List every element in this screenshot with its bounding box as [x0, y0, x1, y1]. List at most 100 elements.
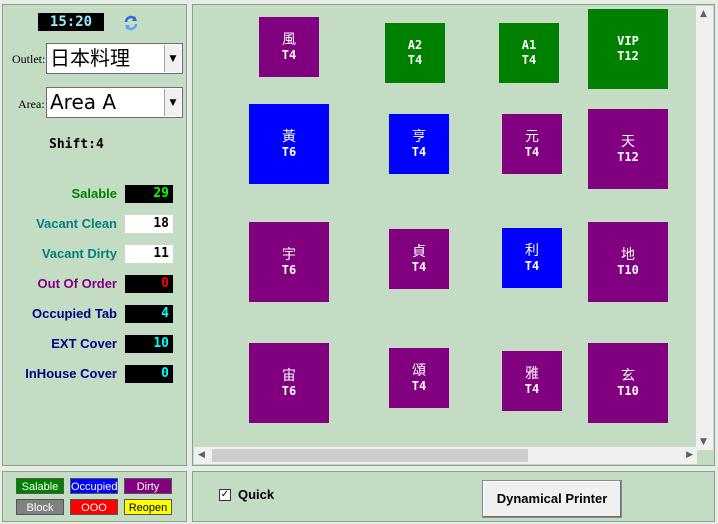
stat-value: 18 [125, 215, 173, 233]
scroll-down-icon[interactable]: ▼ [700, 437, 707, 447]
table-name: 玄 [621, 367, 635, 384]
table-name: 宇 [282, 246, 296, 263]
vertical-scrollbar[interactable]: ▲ ▼ [696, 6, 713, 450]
chevron-down-icon[interactable]: ▼ [164, 45, 181, 72]
table-code: T10 [617, 383, 639, 398]
legend-reopen: Reopen [124, 499, 172, 515]
outlet-label: Outlet: [12, 52, 46, 66]
table-tile[interactable]: 天 T12 [588, 109, 668, 189]
table-name: 頌 [412, 362, 426, 379]
stat-value: 29 [125, 185, 173, 203]
table-code: T4 [524, 381, 540, 396]
area-select[interactable]: Area A ▼ [46, 87, 183, 118]
legend-dirty: Dirty [124, 478, 172, 494]
bottom-bar: ✓ Quick Dynamical Printer [192, 471, 715, 522]
outlet-select[interactable]: 日本料理 ▼ [46, 43, 183, 74]
table-tile[interactable]: VIP T12 [588, 9, 668, 89]
stat-row: InHouse Cover 0 [7, 365, 173, 383]
table-code: T6 [281, 262, 297, 277]
stat-name: EXT Cover [51, 336, 117, 351]
table-name: 元 [525, 128, 539, 145]
table-name: 宙 [282, 367, 296, 384]
quick-checkbox[interactable]: ✓ [219, 489, 231, 501]
table-tile[interactable]: 宙 T6 [249, 343, 329, 423]
horizontal-scrollbar[interactable]: ◀ ▶ [194, 447, 697, 464]
status-panel: 15:20 Outlet: 日本料理 ▼ Area: Area A ▼ Shif… [2, 4, 187, 466]
table-name: 貞 [412, 243, 426, 260]
stat-row: Out Of Order 0 [7, 275, 173, 293]
table-name: A1 [521, 38, 537, 52]
stat-name: Vacant Clean [36, 216, 117, 231]
stat-row: Vacant Clean 18 [7, 215, 173, 233]
stat-row: Vacant Dirty 11 [7, 245, 173, 263]
stat-value: 4 [125, 305, 173, 323]
stat-value: 0 [125, 365, 173, 383]
table-code: T4 [524, 144, 540, 159]
table-name: 利 [525, 242, 539, 259]
stat-value: 10 [125, 335, 173, 353]
stat-row: Occupied Tab 4 [7, 305, 173, 323]
table-tile[interactable]: A1 T4 [499, 23, 559, 83]
floor-plan: 風 T4 A2 T4 A1 T4 VIP T12 黃 T6 亨 T4 元 T4 天 T12 宇 T6 貞 T4 利 T4 地… [192, 4, 715, 466]
table-name: 風 [282, 31, 296, 48]
stat-value: 11 [125, 245, 173, 263]
quick-label: Quick [238, 487, 275, 502]
table-code: T10 [617, 262, 639, 277]
table-tile[interactable]: 黃 T6 [249, 104, 329, 184]
table-name: A2 [407, 38, 423, 52]
legend-block: Block [16, 499, 64, 515]
table-name: VIP [617, 34, 639, 48]
outlet-value: 日本料理 [50, 46, 130, 70]
table-code: T6 [281, 144, 297, 159]
table-tile[interactable]: A2 T4 [385, 23, 445, 83]
legend-ooo: OOO [70, 499, 118, 515]
table-tile[interactable]: 地 T10 [588, 222, 668, 302]
table-code: T12 [617, 149, 639, 164]
table-tile[interactable]: 風 T4 [259, 17, 319, 77]
table-tile[interactable]: 元 T4 [502, 114, 562, 174]
table-code: T4 [521, 53, 537, 67]
table-tile[interactable]: 宇 T6 [249, 222, 329, 302]
table-tile[interactable]: 玄 T10 [588, 343, 668, 423]
dynamical-printer-button[interactable]: Dynamical Printer [482, 480, 622, 518]
legend-occupied: Occupied [70, 478, 118, 494]
scroll-left-icon[interactable]: ◀ [198, 450, 205, 460]
table-tile[interactable]: 亨 T4 [389, 114, 449, 174]
table-tile[interactable]: 雅 T4 [502, 351, 562, 411]
stat-name: Salable [71, 186, 117, 201]
table-name: 亨 [412, 128, 426, 145]
area-label: Area: [18, 97, 45, 111]
table-tile[interactable]: 利 T4 [502, 228, 562, 288]
table-code: T4 [281, 47, 297, 62]
stat-value: 0 [125, 275, 173, 293]
shift-label: Shift:4 [49, 137, 104, 152]
refresh-icon[interactable] [123, 15, 139, 31]
table-code: T6 [281, 383, 297, 398]
table-name: 黃 [282, 128, 296, 145]
table-code: T4 [411, 144, 427, 159]
chevron-down-icon[interactable]: ▼ [164, 89, 181, 116]
table-tile[interactable]: 頌 T4 [389, 348, 449, 408]
stat-name: InHouse Cover [25, 366, 117, 381]
stat-name: Vacant Dirty [41, 246, 117, 261]
clock: 15:20 [38, 13, 104, 31]
legend-salable: Salable [16, 478, 64, 494]
table-code: T12 [617, 49, 639, 63]
table-code: T4 [407, 53, 423, 67]
table-code: T4 [411, 378, 427, 393]
table-name: 天 [621, 133, 635, 150]
stat-row: Salable 29 [7, 185, 173, 203]
stat-name: Occupied Tab [32, 306, 117, 321]
table-name: 雅 [525, 365, 539, 382]
legend-panel: Salable Occupied Dirty Block OOO Reopen [2, 471, 187, 522]
stat-name: Out Of Order [37, 276, 117, 291]
table-tile[interactable]: 貞 T4 [389, 229, 449, 289]
scroll-right-icon[interactable]: ▶ [686, 450, 693, 460]
table-code: T4 [524, 258, 540, 273]
scroll-thumb[interactable] [212, 449, 528, 462]
scroll-up-icon[interactable]: ▲ [700, 9, 707, 19]
table-name: 地 [621, 246, 635, 263]
area-value: Area A [50, 90, 117, 114]
table-code: T4 [411, 259, 427, 274]
stat-row: EXT Cover 10 [7, 335, 173, 353]
